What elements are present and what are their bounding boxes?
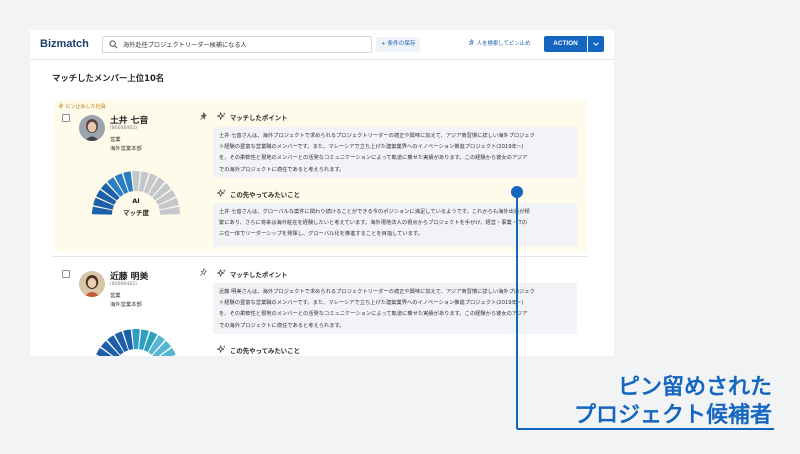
action-dropdown-button[interactable] [588,36,604,52]
candidate-role: 営業 [110,137,121,143]
pinned-label: ピン止めした社員 [58,102,106,110]
future-goals-title: この先やってみたいこと [230,191,300,199]
pin-icon [468,38,475,46]
callout-underline [517,428,774,430]
search-query: 海外赴任プロジェクトリーダー候補になる人 [123,42,247,49]
pin-search-link[interactable]: 人を検索してピン止め [468,38,531,47]
candidate-name[interactable]: 土井 七音 [110,113,148,126]
callout-connector [511,186,523,429]
pin-toggle-icon[interactable] [199,112,208,121]
gauge-segment [132,329,140,350]
gauge-label-match: マッチ度 [123,209,149,217]
card-divider [52,256,589,257]
page-title: マッチしたメンバー上位10名 [52,73,165,83]
match-points-title: マッチしたポイント [230,114,288,122]
sparkle-icon [217,112,226,121]
ai-match-gauge [92,171,180,215]
candidate-role: 営業 [110,293,121,299]
avatar [79,115,105,141]
sparkle-icon [217,189,226,198]
search-icon [109,40,118,49]
avatar [79,271,105,297]
app-logo[interactable]: Bizmatch [40,38,89,50]
callout-line-2: プロジェクト候補者 [573,403,772,428]
gauge-segments-2 [95,329,177,356]
gauge-label-ai: AI [132,197,140,205]
employee-number: (80006462) [110,126,137,131]
match-line: 土井 七音さんは、海外プロジェクトで求められるプロジェクトリーダーの適正や興味に… [219,133,535,139]
pinned-label-text: ピン止めした社員 [65,104,106,110]
future-goals-title: この先やってみたいこと [230,347,300,355]
sparkle-icon [217,345,226,354]
top-bar: Bizmatch 海外赴任プロジェクトリーダー候補になる人 + 条件の保存 人を… [30,30,614,60]
match-points-box: 土井 七音さんは、海外プロジェクトで求められるプロジェクトリーダーの適正や興味に… [213,127,577,178]
pin-icon [58,102,64,109]
select-checkbox[interactable] [62,114,70,122]
pin-toggle-icon[interactable] [199,268,208,277]
gauge-segment [132,171,140,192]
candidate-dept: 海外営業本部 [110,302,142,308]
match-line: ト経験の豊富な営業職のメンバーです。また、マレーシアで立ち上げた建築業界へのイノ… [219,144,524,151]
candidate-dept: 海外営業本部 [110,146,142,152]
search-input[interactable]: 海外赴任プロジェクトリーダー候補になる人 [102,36,372,53]
pin-search-label: 人を検索してピン止め [476,41,531,47]
match-line: での海外プロジェクトに適任であると考えられます。 [219,166,345,173]
action-button[interactable]: ACTION [544,36,587,52]
match-points-title: マッチしたポイント [230,271,288,279]
employee-number: (80006462) [110,282,137,287]
sparkle-icon [217,269,226,278]
select-checkbox[interactable] [62,270,70,278]
candidate-name[interactable]: 近藤 明美 [110,269,148,282]
save-condition-button[interactable]: + 条件の保存 [376,37,421,52]
chevron-down-icon [593,42,599,46]
match-line: を、その柔軟性と現地のメンバーとの活発なコミュニケーションによって軌道に乗せた実… [219,155,528,162]
ai-match-gauge [95,329,177,356]
